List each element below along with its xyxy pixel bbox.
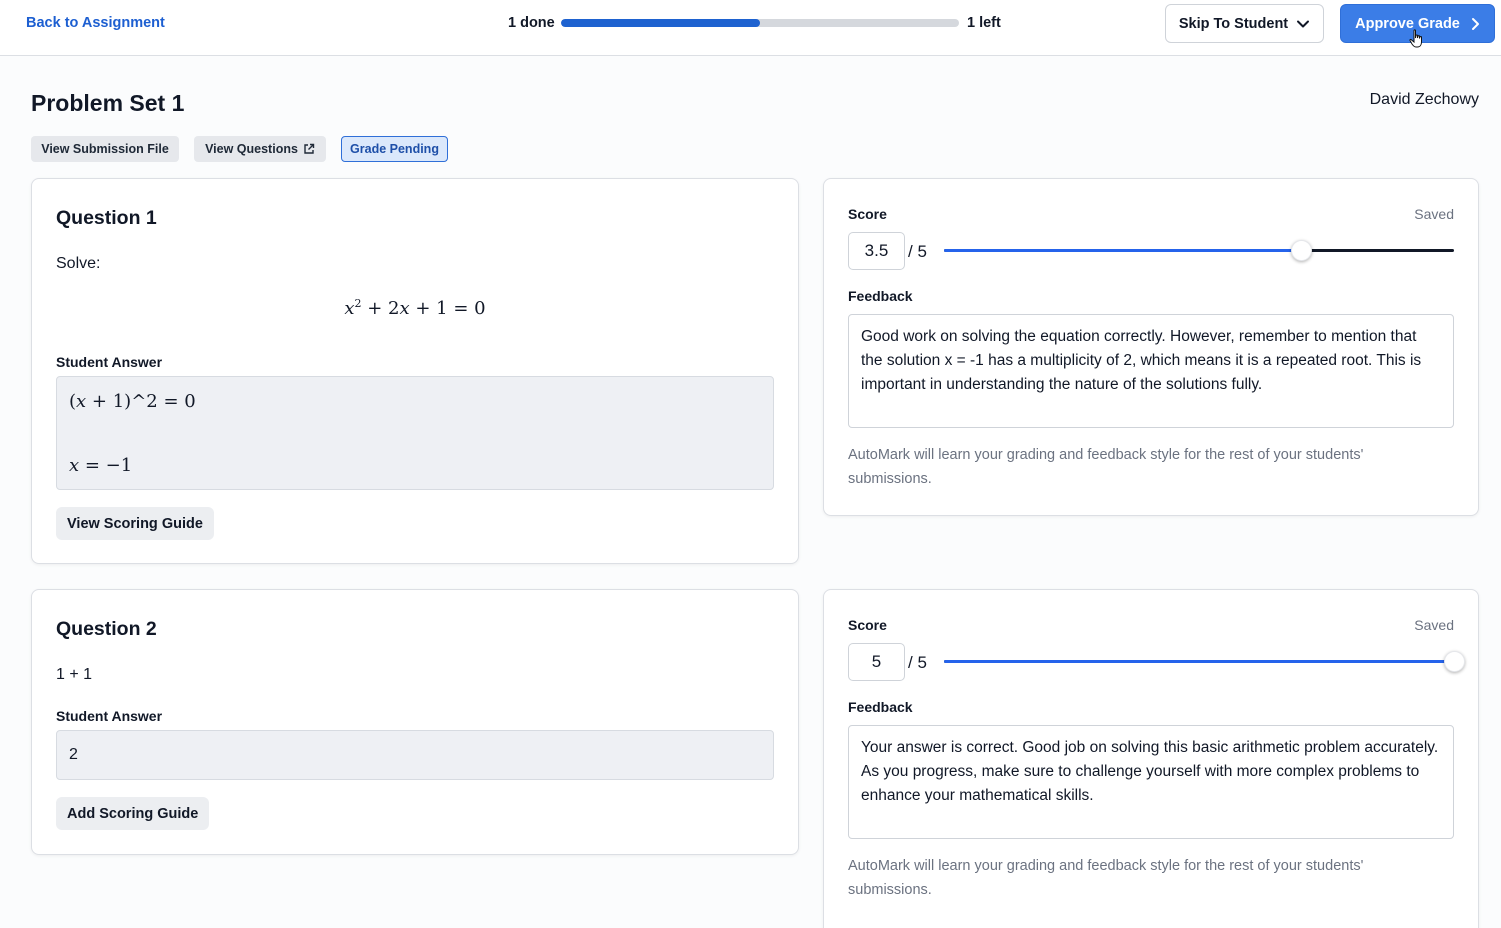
chevron-down-icon	[1297, 20, 1310, 27]
score-card-2: Score Saved 5 / 5 Feedback Your answer i…	[823, 589, 1479, 928]
score-slider[interactable]	[944, 651, 1465, 672]
student-answer-label: Student Answer	[56, 708, 163, 724]
hand-cursor-icon	[1409, 29, 1422, 48]
score-label: Score	[848, 617, 887, 633]
chevron-right-icon	[1471, 17, 1479, 30]
grade-pending-label: Grade Pending	[350, 142, 439, 156]
saved-status: Saved	[1414, 206, 1454, 222]
grade-pending-badge: Grade Pending	[341, 136, 448, 162]
progress-done-count: 1 done	[508, 15, 555, 31]
add-scoring-guide-button[interactable]: Add Scoring Guide	[56, 797, 210, 830]
score-slider[interactable]	[944, 240, 1454, 261]
question-card-2: Question 2 1 + 1 Student Answer 2 Add Sc…	[31, 589, 799, 855]
view-questions-button[interactable]: View Questions	[194, 136, 326, 162]
student-name: David Zechowy	[1369, 91, 1479, 108]
view-submission-file-button[interactable]: View Submission File	[31, 136, 179, 162]
back-to-assignment-link[interactable]: Back to Assignment	[26, 15, 165, 31]
score-max: / 5	[908, 653, 927, 672]
score-input[interactable]: 5	[848, 643, 905, 681]
score-input[interactable]: 3.5	[848, 232, 905, 270]
feedback-label: Feedback	[848, 699, 913, 715]
student-answer-line: (x + 1)^2 = 0	[69, 391, 196, 412]
question-equation: x2 + 2x + 1 = 0	[344, 297, 486, 319]
approve-grade-label: Approve Grade	[1355, 15, 1460, 32]
view-scoring-guide-button[interactable]: View Scoring Guide	[56, 507, 214, 540]
student-answer-box: 2	[56, 730, 774, 780]
slider-fill	[944, 249, 1301, 252]
student-answer-text: 2	[69, 746, 78, 763]
score-label: Score	[848, 206, 887, 222]
automark-note: AutoMark will learn your grading and fee…	[848, 858, 1364, 898]
feedback-textarea[interactable]: Good work on solving the equation correc…	[848, 314, 1454, 428]
progress-bar	[561, 19, 959, 27]
question-card-1: Question 1 Solve: x2 + 2x + 1 = 0 Studen…	[31, 178, 799, 564]
skip-to-student-label: Skip To Student	[1178, 15, 1289, 32]
question-prompt: Solve:	[56, 255, 101, 272]
feedback-textarea[interactable]: Your answer is correct. Good job on solv…	[848, 725, 1454, 839]
skip-to-student-dropdown[interactable]: Skip To Student	[1165, 4, 1324, 43]
progress-left-count: 1 left	[967, 15, 1001, 31]
page-title: Problem Set 1	[31, 90, 185, 116]
slider-thumb[interactable]	[1291, 240, 1312, 261]
slider-fill	[944, 660, 1454, 663]
automark-note: AutoMark will learn your grading and fee…	[848, 447, 1364, 487]
question-prompt: 1 + 1	[56, 666, 93, 683]
feedback-label: Feedback	[848, 288, 913, 304]
progress-bar-fill	[561, 19, 760, 27]
score-card-1: Score Saved 3.5 / 5 Feedback Good work o…	[823, 178, 1479, 516]
view-submission-file-label: View Submission File	[41, 142, 169, 156]
view-questions-label: View Questions	[205, 142, 298, 156]
student-answer-box: (x + 1)^2 = 0 x = −1	[56, 376, 774, 490]
saved-status: Saved	[1414, 617, 1454, 633]
score-max: / 5	[908, 242, 927, 261]
question-title: Question 2	[56, 618, 157, 640]
question-title: Question 1	[56, 207, 157, 229]
student-answer-label: Student Answer	[56, 354, 163, 370]
external-link-icon	[304, 143, 315, 154]
slider-thumb[interactable]	[1444, 651, 1465, 672]
top-bar: Back to Assignment 1 done 1 left Skip To…	[0, 0, 1501, 56]
student-answer-line: x = −1	[69, 455, 133, 476]
